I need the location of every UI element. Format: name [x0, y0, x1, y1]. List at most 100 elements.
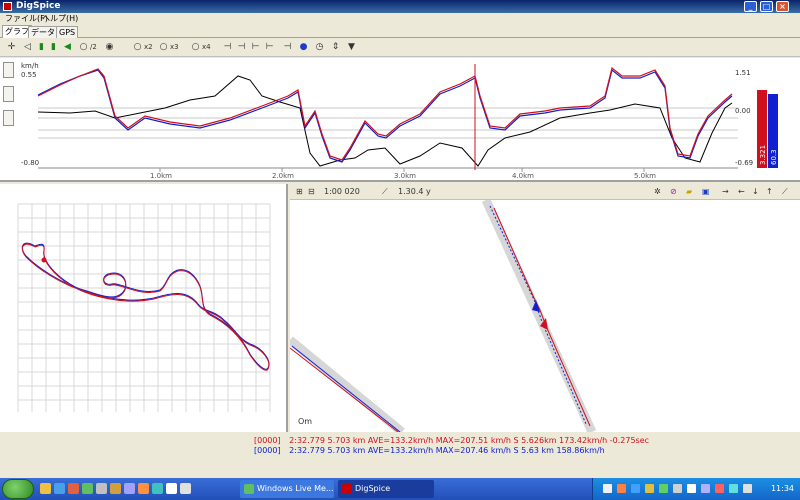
marker-3-icon[interactable]: ⊢ [250, 42, 261, 53]
tab-strip: グラフ データ GPS [0, 25, 800, 38]
app-launch-2-icon[interactable] [110, 483, 121, 494]
ruler-icon[interactable]: ⟋ [382, 186, 388, 198]
dropdown-icon[interactable]: ▼ [346, 42, 357, 53]
blue-badge-value: 60.3 [770, 149, 778, 165]
task-windows-live[interactable]: Windows Live Me... [240, 480, 334, 498]
tray-icon-6[interactable] [673, 484, 682, 493]
right-axis-mid: 0.00 [735, 107, 751, 115]
course-track-blue [21, 242, 270, 370]
rewind-icon[interactable]: ◁ [22, 42, 33, 53]
status-line-blue: [0000] 2:32.779 5.703 km AVE=133.2km/h M… [254, 446, 605, 456]
save-icon[interactable]: ▣ [702, 186, 710, 198]
ratio-x2-label: x2 [144, 43, 153, 51]
arrow-down-icon[interactable]: ↓ [752, 186, 759, 198]
arrow-left-icon[interactable]: ← [738, 186, 745, 198]
radio-x2[interactable]: ○ [132, 42, 143, 53]
tray-icon-2[interactable] [617, 484, 626, 493]
app-launch-4-icon[interactable] [138, 483, 149, 494]
status-text-blue: 2:32.779 5.703 km AVE=133.2km/h MAX=207.… [289, 446, 605, 455]
messenger-icon[interactable] [82, 483, 93, 494]
tray-icon-9[interactable] [715, 484, 724, 493]
app-launch-6-icon[interactable] [166, 483, 177, 494]
course-map-panel[interactable] [0, 184, 288, 432]
volume-icon[interactable] [743, 484, 752, 493]
app-launch-icon[interactable] [96, 483, 107, 494]
distance-label: 1.30.4 y [398, 187, 431, 196]
task-label-digspice: DigSpice [355, 484, 391, 493]
globe-icon[interactable]: ● [298, 42, 309, 53]
start-button[interactable] [2, 479, 34, 499]
right-axis-top: 1.51 [735, 69, 751, 77]
close-button[interactable]: × [776, 1, 789, 12]
tab-gps[interactable]: GPS [56, 26, 79, 38]
crosshair-icon[interactable]: ✛ [6, 42, 17, 53]
link-icon[interactable]: ⊘ [670, 186, 677, 198]
position-marker [41, 257, 47, 263]
app-launch-3-icon[interactable] [124, 483, 135, 494]
back-icon[interactable]: ◀ [62, 42, 73, 53]
task-digspice[interactable]: DigSpice [338, 480, 434, 498]
task-label-live: Windows Live Me... [257, 484, 334, 493]
telemetry-graph[interactable]: km/h 0.55 -0.80 1.51 0.00 -0.69 1.0km 2.… [0, 58, 800, 182]
x-tick-1: 1.0km [150, 172, 172, 180]
app-window: DigSpice _ □ × ファイル(F) ヘルプ(H) グラフ データ GP… [0, 0, 800, 478]
tray-icon-4[interactable] [645, 484, 654, 493]
tab-data[interactable]: データ [28, 26, 58, 38]
grid-toggle-icon[interactable]: ⊞ [296, 186, 303, 198]
course-track-red [21, 243, 270, 371]
zoom-view-panel[interactable]: ⊞ ⊟ 1:00 020 ⟋ 1.30.4 y ✲ ⊘ ▰ ▣ → ← ↓ ↑ … [290, 184, 800, 432]
app-launch-7-icon[interactable] [180, 483, 191, 494]
app-launch-5-icon[interactable] [152, 483, 163, 494]
left-axis-top: 0.55 [21, 71, 37, 79]
tray-icon-10[interactable] [729, 484, 738, 493]
x-tick-3: 3.0km [394, 172, 416, 180]
play-icon[interactable]: ▮ [36, 42, 47, 53]
folder-icon[interactable] [40, 483, 51, 494]
browser-icon[interactable] [54, 483, 65, 494]
tray-icon-7[interactable] [687, 484, 696, 493]
digspice-task-icon [342, 484, 352, 494]
clock-icon[interactable]: ◷ [314, 42, 325, 53]
menu-bar: ファイル(F) ヘルプ(H) [0, 13, 800, 25]
pause-icon[interactable]: ▮ [48, 42, 59, 53]
media-icon[interactable] [68, 483, 79, 494]
zoom-canvas: Om [290, 200, 597, 432]
marker-5-icon[interactable]: ⊣ [282, 42, 293, 53]
status-line-red: [0000] 2:32.779 5.703 km AVE=133.2km/h M… [254, 436, 649, 446]
tray-icon-3[interactable] [631, 484, 640, 493]
minimize-button[interactable]: _ [744, 1, 757, 12]
zoom-toolbar: ⊞ ⊟ 1:00 020 ⟋ 1.30.4 y ✲ ⊘ ▰ ▣ → ← ↓ ↑ … [290, 184, 800, 200]
red-trace [37, 66, 733, 161]
left-axis-bottom: -0.80 [21, 159, 39, 167]
x-tick-5: 5.0km [634, 172, 656, 180]
marker-4-icon[interactable]: ⊢ [264, 42, 275, 53]
radio-x4[interactable]: ○ [190, 42, 201, 53]
radio-x1[interactable]: ◉ [104, 42, 115, 53]
open-folder-icon[interactable]: ▰ [686, 186, 692, 198]
fit-icon[interactable]: ⊟ [308, 186, 315, 198]
marker-1-icon[interactable]: ⊣ [222, 42, 233, 53]
clock: 11:34 [770, 484, 794, 493]
arrow-right-icon[interactable]: → [722, 186, 729, 198]
maximize-button[interactable]: □ [760, 1, 773, 12]
tray-icon-8[interactable] [701, 484, 710, 493]
taskbar: Windows Live Me... DigSpice 11:34 [0, 478, 800, 500]
menu-help[interactable]: ヘルプ(H) [42, 13, 78, 25]
marker-2-icon[interactable]: ⊣ [236, 42, 247, 53]
x-tick-4: 4.0km [512, 172, 534, 180]
tray-icon-1[interactable] [603, 484, 612, 493]
zoom-corner-label: Om [298, 417, 312, 426]
status-text-red: 2:32.779 5.703 km AVE=133.2km/h MAX=207.… [289, 436, 650, 445]
title-bar: DigSpice _ □ × [0, 0, 800, 13]
spin-icon[interactable]: ⇕ [330, 42, 341, 53]
ratio-half-label: /2 [90, 43, 97, 51]
x-tick-2: 2.0km [272, 172, 294, 180]
tray-icon-5[interactable] [659, 484, 668, 493]
arrow-up-icon[interactable]: ↑ [766, 186, 773, 198]
settings-icon[interactable]: ✲ [654, 186, 661, 198]
radio-x3[interactable]: ○ [158, 42, 169, 53]
radio-half[interactable]: ○ [78, 42, 89, 53]
graph-canvas: km/h 0.55 -0.80 1.51 0.00 -0.69 1.0km 2.… [21, 62, 778, 180]
scale-label: 1:00 020 [324, 187, 360, 196]
edit-icon[interactable]: ⟋ [782, 186, 788, 198]
